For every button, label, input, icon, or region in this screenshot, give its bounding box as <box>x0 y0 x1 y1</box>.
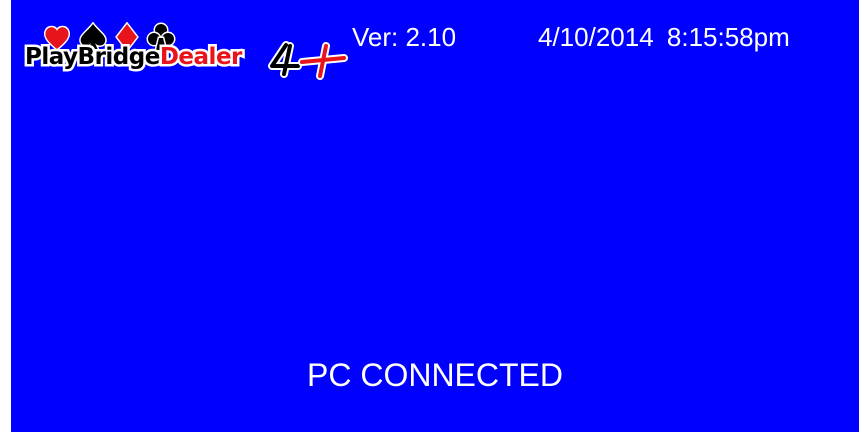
logo-playbridge-text: PlayBridge <box>23 42 163 73</box>
logo-dealer-text: Dealer <box>157 42 245 73</box>
connection-status: PC CONNECTED <box>306 357 563 393</box>
version-label: Ver: 2.10 <box>352 22 457 52</box>
device-screen: PlayBridge Dealer Ver: 2.10 4/10/2014 8:… <box>11 0 859 432</box>
date-time-display: 4/10/2014 8:15:58pm <box>538 22 790 52</box>
playbridge-dealer-logo: PlayBridge Dealer <box>23 14 348 82</box>
logo-4-plus-mark <box>268 41 348 80</box>
